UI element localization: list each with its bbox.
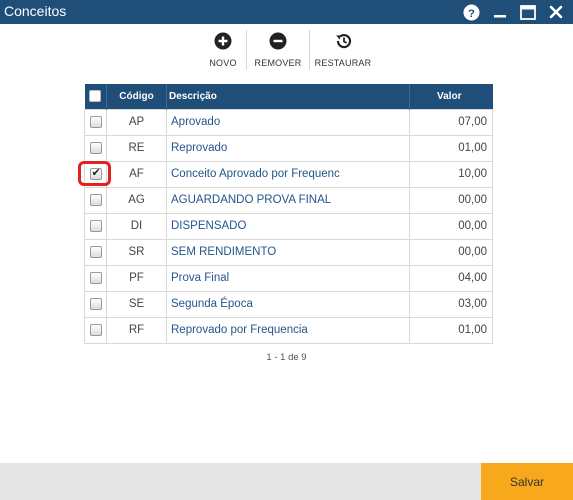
row-valor: 04,00 — [409, 264, 493, 292]
row-codigo: SR — [106, 238, 167, 266]
table-header-row: Código Descrição Valor — [84, 84, 493, 109]
row-valor: 03,00 — [409, 290, 493, 318]
question-circle-icon: ? — [462, 3, 480, 21]
row-checkbox[interactable] — [89, 272, 102, 285]
header-codigo[interactable]: Código — [106, 84, 167, 109]
row-checkbox-cell — [84, 238, 107, 266]
row-checkbox[interactable] — [89, 166, 102, 181]
help-button[interactable]: ? — [462, 3, 480, 21]
restaurar-label: RESTAURAR — [314, 58, 372, 68]
novo-button[interactable]: NOVO — [200, 30, 246, 72]
table-row[interactable]: RE Reprovado 01,00 — [84, 134, 493, 162]
row-codigo: AG — [106, 186, 167, 214]
row-checkbox[interactable] — [89, 116, 102, 129]
row-valor: 10,00 — [409, 160, 493, 188]
table-row[interactable]: RF Reprovado por Frequencia 01,00 — [84, 316, 493, 344]
row-checkbox[interactable] — [89, 220, 102, 233]
row-descricao[interactable]: Aprovado — [166, 108, 410, 136]
maximize-button[interactable] — [519, 3, 537, 21]
maximize-icon — [520, 4, 536, 20]
row-descricao[interactable]: Reprovado por Frequencia — [166, 316, 410, 344]
row-codigo: DI — [106, 212, 167, 240]
row-valor: 01,00 — [409, 134, 493, 162]
restaurar-button[interactable]: RESTAURAR — [310, 30, 376, 72]
row-checkbox[interactable] — [89, 298, 102, 311]
row-checkbox-cell — [84, 108, 107, 136]
conceitos-table: Código Descrição Valor AP Aprovado 07,00 RE… — [84, 84, 493, 344]
row-descricao[interactable]: Reprovado — [166, 134, 410, 162]
row-descricao[interactable]: SEM RENDIMENTO — [166, 238, 410, 266]
row-codigo: PF — [106, 264, 167, 292]
close-button[interactable] — [547, 3, 565, 21]
row-checkbox-cell — [84, 160, 107, 188]
salvar-button[interactable]: Salvar — [481, 463, 573, 500]
select-all-cell — [84, 84, 107, 109]
svg-text:?: ? — [468, 7, 475, 19]
row-checkbox-cell — [84, 212, 107, 240]
header-valor[interactable]: Valor — [409, 84, 493, 109]
row-valor: 01,00 — [409, 316, 493, 344]
row-checkbox-cell — [84, 316, 107, 344]
title-bar: Conceitos ? — [0, 0, 573, 24]
row-descricao[interactable]: Prova Final — [166, 264, 410, 292]
row-checkbox-cell — [84, 264, 107, 292]
row-codigo: SE — [106, 290, 167, 318]
row-descricao[interactable]: AGUARDANDO PROVA FINAL — [166, 186, 410, 214]
row-descricao[interactable]: DISPENSADO — [166, 212, 410, 240]
remover-button[interactable]: REMOVER — [247, 30, 309, 72]
row-valor: 00,00 — [409, 212, 493, 240]
window-title: Conceitos — [4, 3, 67, 19]
table-row[interactable]: SE Segunda Época 03,00 — [84, 290, 493, 318]
row-codigo: RE — [106, 134, 167, 162]
row-checkbox[interactable] — [89, 194, 102, 207]
pagination-info: 1 - 1 de 9 — [266, 352, 307, 363]
table-row[interactable]: PF Prova Final 04,00 — [84, 264, 493, 292]
row-checkbox-cell — [84, 186, 107, 214]
row-checkbox[interactable] — [89, 246, 102, 259]
row-valor: 00,00 — [409, 238, 493, 266]
row-descricao[interactable]: Segunda Época — [166, 290, 410, 318]
table-row[interactable]: AP Aprovado 07,00 — [84, 108, 493, 136]
table-row[interactable]: DI DISPENSADO 00,00 — [84, 212, 493, 240]
novo-label: NOVO — [209, 58, 237, 68]
row-valor: 07,00 — [409, 108, 493, 136]
footer-bar: Salvar — [0, 463, 573, 500]
history-icon — [336, 33, 352, 49]
toolbar: NOVO REMOVER RESTAURAR — [200, 30, 376, 72]
row-codigo: AF — [106, 160, 167, 188]
select-all-checkbox[interactable] — [89, 90, 102, 103]
plus-circle-icon — [214, 32, 232, 50]
row-checkbox[interactable] — [89, 142, 102, 155]
row-codigo: RF — [106, 316, 167, 344]
close-icon — [549, 5, 563, 19]
row-checkbox-cell — [84, 134, 107, 162]
table-row[interactable]: SR SEM RENDIMENTO 00,00 — [84, 238, 493, 266]
table-row[interactable]: AFConceito Aprovado por Frequenc10,00 — [84, 160, 493, 188]
row-checkbox[interactable] — [89, 324, 102, 337]
table-row[interactable]: AG AGUARDANDO PROVA FINAL 00,00 — [84, 186, 493, 214]
minus-circle-icon — [269, 32, 287, 50]
row-checkbox-cell — [84, 290, 107, 318]
row-descricao[interactable]: Conceito Aprovado por Frequenc — [166, 160, 410, 188]
minimize-button[interactable] — [491, 3, 509, 21]
row-codigo: AP — [106, 108, 167, 136]
header-descricao[interactable]: Descrição — [166, 84, 410, 109]
minimize-icon — [494, 15, 506, 18]
row-valor: 00,00 — [409, 186, 493, 214]
remover-label: REMOVER — [254, 58, 302, 68]
